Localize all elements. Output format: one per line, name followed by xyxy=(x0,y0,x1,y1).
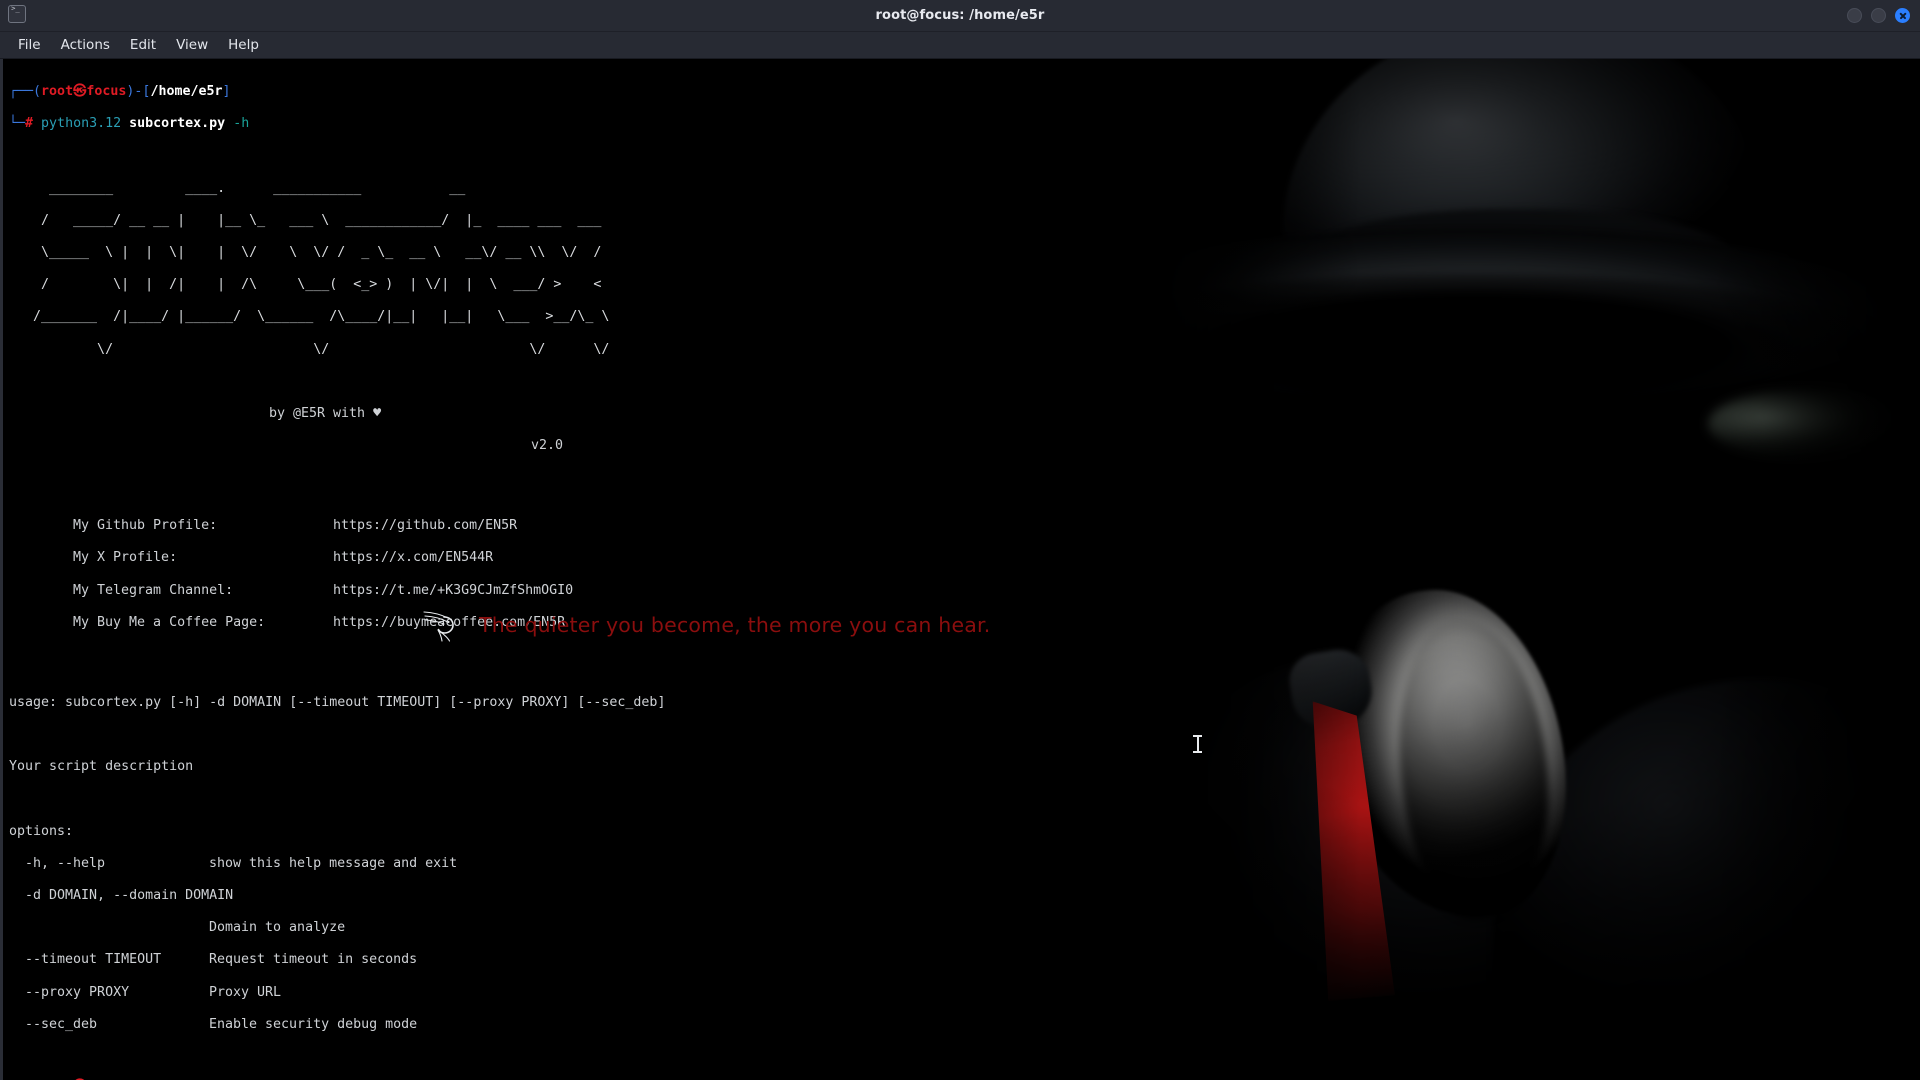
window-title: root@focus: /home/e5r xyxy=(875,8,1045,23)
menu-bar: File Actions Edit View Help xyxy=(0,32,1920,59)
command-script: subcortex.py xyxy=(129,116,226,132)
ascii-banner-line-3: \_____ \ | | \| | \/ \ \/ / _ \_ __ \ __… xyxy=(9,244,618,260)
kali-dragon-icon xyxy=(423,611,454,642)
banner-byline: by @E5R with ♥ xyxy=(269,405,382,421)
maximize-button[interactable] xyxy=(1871,8,1886,23)
menu-item-help[interactable]: Help xyxy=(218,35,269,55)
link-row-telegram: My Telegram Channel: https://t.me/+K3G9CJ… xyxy=(9,583,665,599)
option-flags-timeout: --timeout TIMEOUT xyxy=(9,952,162,968)
link-url-telegram[interactable]: https://t.me/+K3G9CJmZfShmOGI0 xyxy=(333,583,573,598)
option-flags-secdeb: --sec_deb xyxy=(9,1016,98,1032)
menu-item-actions[interactable]: Actions xyxy=(51,35,120,55)
option-row-secdeb: --sec_deb Enable security debug mode xyxy=(9,1017,665,1033)
ascii-banner-line-5: /_______ /|____/ |______/ \______ /\____… xyxy=(9,309,618,325)
menu-item-view[interactable]: View xyxy=(166,35,218,55)
option-help-secdeb: Enable security debug mode xyxy=(209,1016,418,1032)
window-controls xyxy=(1847,0,1910,31)
link-url-x[interactable]: https://x.com/EN544R xyxy=(333,550,493,565)
banner-version-row: v2.0 xyxy=(9,438,665,454)
description-line: Your script description xyxy=(9,759,194,775)
option-help-domain: Domain to analyze xyxy=(209,920,346,936)
link-url-github[interactable]: https://github.com/EN5R xyxy=(333,518,517,533)
usage-line: usage: subcortex.py [-h] -d DOMAIN [--ti… xyxy=(9,695,666,711)
ascii-banner-line-4: / \| | /| | /\ \___( <_> ) | \/| | \ ___… xyxy=(9,277,618,293)
terminal-output: ┌──(root㉿focus)-[/home/e5r] └─# python3.… xyxy=(3,59,665,1080)
kali-tagline: The quieter you become, the more you can… xyxy=(479,613,991,637)
link-label-x: My X Profile: xyxy=(73,550,178,566)
link-row-x: My X Profile: https://x.com/EN544R xyxy=(9,550,665,566)
banner-byline-row: by @E5R with ♥ xyxy=(9,406,665,422)
menu-item-edit[interactable]: Edit xyxy=(120,35,166,55)
prompt-line-1: ┌──(root㉿focus)-[/home/e5r] xyxy=(9,84,231,100)
link-label-github: My Github Profile: xyxy=(73,518,218,534)
option-row-timeout: --timeout TIMEOUT Request timeout in seco… xyxy=(9,952,665,968)
option-row-domain: -d DOMAIN, --domain DOMAIN xyxy=(9,888,665,904)
option-help-proxy: Proxy URL xyxy=(209,984,282,1000)
banner-version: v2.0 xyxy=(531,437,564,453)
option-flags-domain: -d DOMAIN, --domain DOMAIN xyxy=(9,888,234,904)
ascii-banner-line-2: / _____/ __ __ | |__ \_ ___ \ __________… xyxy=(9,212,618,228)
option-row-domain-help: Domain to analyze xyxy=(9,920,665,936)
link-row-github: My Github Profile: https://github.com/EN5… xyxy=(9,518,665,534)
kali-branding: The quieter you become, the more you can… xyxy=(3,608,991,642)
minimize-button[interactable] xyxy=(1847,8,1862,23)
terminal-window: root@focus: /home/e5r File Actions Edit … xyxy=(0,0,1920,1080)
menu-item-file[interactable]: File xyxy=(8,35,51,55)
option-row-help: -h, --help show this help message and exi… xyxy=(9,856,665,872)
prompt-user: root xyxy=(41,84,74,100)
option-flags-proxy: --proxy PROXY xyxy=(9,984,130,1000)
command-flag: -h xyxy=(233,116,250,132)
option-help-timeout: Request timeout in seconds xyxy=(209,952,418,968)
option-flags-help: -h, --help xyxy=(9,855,106,871)
command-line-1: └─# python3.12 subcortex.py -h xyxy=(9,116,250,132)
wallpaper-man-in-hat xyxy=(1163,59,1920,1080)
prompt-host: focus xyxy=(86,84,127,100)
option-help-help: show this help message and exit xyxy=(209,855,458,871)
terminal-icon xyxy=(8,5,26,23)
option-row-proxy: --proxy PROXY Proxy URL xyxy=(9,985,665,1001)
ascii-banner-line-1: ________ ____. ___________ __ xyxy=(9,180,618,196)
link-label-telegram: My Telegram Channel: xyxy=(73,582,234,598)
ascii-banner-line-6: \/ \/ \/ \/ xyxy=(9,341,618,357)
command-interpreter: python3.12 xyxy=(41,116,122,132)
options-header: options: xyxy=(9,823,74,839)
close-button[interactable] xyxy=(1895,8,1910,23)
title-bar: root@focus: /home/e5r xyxy=(0,0,1920,32)
mouse-cursor-ibeam xyxy=(1193,735,1202,755)
prompt-path: /home/e5r xyxy=(150,84,223,100)
terminal-body[interactable]: ┌──(root㉿focus)-[/home/e5r] └─# python3.… xyxy=(0,59,1920,1080)
